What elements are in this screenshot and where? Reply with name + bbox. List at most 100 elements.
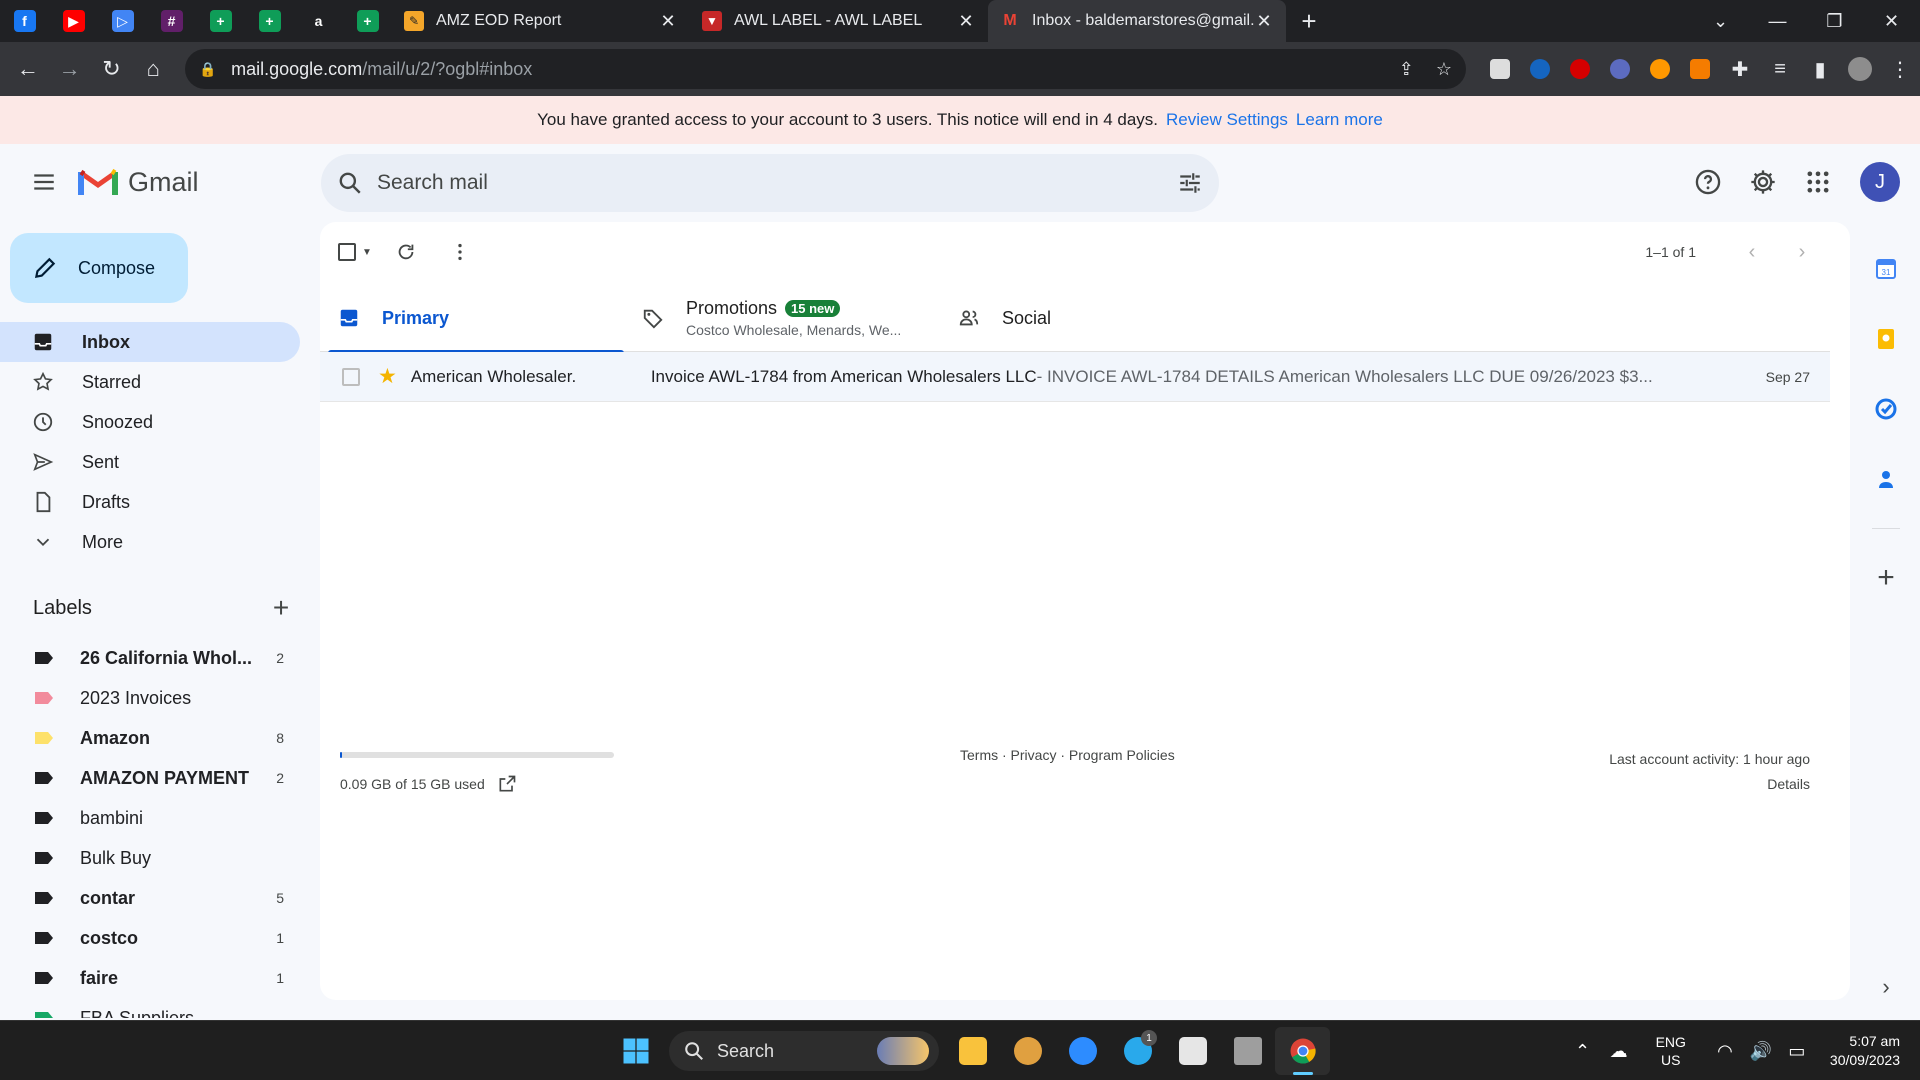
keep-button[interactable] [1860, 304, 1912, 374]
pinned-tab[interactable]: # [147, 0, 196, 42]
star-icon[interactable]: ★ [378, 364, 397, 389]
start-button[interactable] [608, 1027, 663, 1075]
pinned-tab[interactable]: f [0, 0, 49, 42]
get-addons-button[interactable]: + [1860, 543, 1912, 613]
home-button[interactable]: ⌂ [133, 49, 173, 89]
create-label-button[interactable]: + [267, 592, 295, 624]
older-button[interactable]: › [1782, 241, 1822, 264]
gmail-logo[interactable]: Gmail [78, 167, 199, 198]
label-item[interactable]: costco 1 [0, 918, 300, 958]
label-item[interactable]: 26 California Whol... 2 [0, 638, 300, 678]
file-explorer-button[interactable] [945, 1027, 1000, 1075]
email-checkbox[interactable] [342, 367, 360, 386]
nav-item-more[interactable]: More [0, 522, 300, 562]
extension-1-icon[interactable] [1480, 49, 1520, 89]
zoom-button[interactable] [1055, 1027, 1110, 1075]
calendar-button[interactable]: 31 [1860, 234, 1912, 304]
close-tab-icon[interactable]: ✕ [658, 11, 678, 32]
pinned-tab[interactable]: + [343, 0, 392, 42]
learn-more-link[interactable]: Learn more [1296, 110, 1383, 130]
telegram-button[interactable]: 1 [1110, 1027, 1165, 1075]
contacts-button[interactable] [1860, 444, 1912, 514]
nav-item-snoozed[interactable]: Snoozed [0, 402, 300, 442]
extension-5-icon[interactable] [1640, 49, 1680, 89]
address-bar[interactable]: 🔒 mail.google.com/mail/u/2/?ogbl#inbox ⇪… [185, 49, 1467, 89]
tab-promotions[interactable]: Promotions 15 new Costco Wholesale, Mena… [624, 284, 940, 352]
more-actions-button[interactable] [440, 232, 480, 272]
extension-3-icon[interactable] [1560, 49, 1600, 89]
media-controls-icon[interactable]: ≡ [1760, 49, 1800, 89]
nav-item-starred[interactable]: Starred [0, 362, 300, 402]
refresh-button[interactable] [386, 232, 426, 272]
volume-icon[interactable]: 🔊 [1746, 1041, 1776, 1062]
search-bar[interactable] [321, 154, 1219, 212]
newer-button[interactable]: ‹ [1732, 241, 1772, 264]
label-item[interactable]: Bulk Buy [0, 838, 300, 878]
main-menu-button[interactable] [20, 158, 68, 206]
wifi-icon[interactable]: ◠ [1710, 1041, 1740, 1062]
share-icon[interactable]: ⇪ [1399, 59, 1414, 80]
select-dropdown-icon[interactable]: ▼ [362, 247, 372, 258]
side-panel-icon[interactable]: ▮ [1800, 49, 1840, 89]
snipping-tool-button[interactable] [1165, 1027, 1220, 1075]
close-window-button[interactable]: ✕ [1863, 11, 1920, 32]
extension-6-icon[interactable] [1680, 49, 1720, 89]
email-row[interactable]: ★ American Wholesaler. Invoice AWL-1784 … [320, 352, 1830, 402]
pinned-tab[interactable]: ▶ [49, 0, 98, 42]
input-language[interactable]: ENG US [1656, 1033, 1686, 1069]
tab-primary[interactable]: Primary [320, 284, 624, 353]
restore-button[interactable]: ❐ [1806, 11, 1863, 32]
reload-button[interactable]: ↻ [92, 49, 132, 89]
nav-item-sent[interactable]: Sent [0, 442, 300, 482]
extension-4-icon[interactable] [1600, 49, 1640, 89]
lock-icon[interactable]: 🔒 [199, 61, 217, 78]
tab-gmail-inbox[interactable]: M Inbox - baldemarstores@gmail.c ✕ [988, 0, 1286, 42]
pinned-tab[interactable]: + [196, 0, 245, 42]
show-side-panel-icon[interactable]: › [1860, 974, 1912, 1000]
close-tab-icon[interactable]: ✕ [956, 11, 976, 32]
tab-awl-label[interactable]: ▼ AWL LABEL - AWL LABEL ✕ [690, 0, 988, 42]
taskbar-search[interactable]: Search [669, 1031, 939, 1071]
app-button[interactable] [1000, 1027, 1055, 1075]
support-button[interactable] [1684, 158, 1732, 206]
chrome-menu-icon[interactable]: ⋮ [1880, 49, 1920, 89]
nav-item-drafts[interactable]: Drafts [0, 482, 300, 522]
pinned-tab[interactable]: ▷ [98, 0, 147, 42]
tab-amz-eod-report[interactable]: ✎ AMZ EOD Report ✕ [392, 0, 690, 42]
onedrive-icon[interactable]: ☁ [1604, 1041, 1634, 1062]
nav-item-inbox[interactable]: Inbox [0, 322, 300, 362]
tab-social[interactable]: Social [940, 284, 1244, 352]
label-item[interactable]: contar 5 [0, 878, 300, 918]
profile-avatar-icon[interactable] [1840, 49, 1880, 89]
minimize-button[interactable]: — [1749, 11, 1806, 32]
clock[interactable]: 5:07 am 30/09/2023 [1830, 1032, 1900, 1070]
label-item[interactable]: 2023 Invoices [0, 678, 300, 718]
tasks-button[interactable] [1860, 374, 1912, 444]
label-item[interactable]: FBA Suppliers [0, 998, 300, 1018]
forward-button[interactable]: → [50, 49, 90, 89]
puzzle-extensions-icon[interactable]: ✚ [1720, 49, 1760, 89]
label-item[interactable]: bambini [0, 798, 300, 838]
extension-2-icon[interactable] [1520, 49, 1560, 89]
search-input[interactable] [377, 171, 1177, 195]
compose-button[interactable]: Compose [10, 233, 188, 303]
details-link[interactable]: Details [1609, 772, 1810, 797]
new-tab-button[interactable]: + [1286, 6, 1332, 37]
review-settings-link[interactable]: Review Settings [1166, 110, 1288, 130]
bookmark-star-icon[interactable]: ☆ [1436, 59, 1452, 80]
tab-search-icon[interactable]: ⌄ [1692, 11, 1749, 32]
open-external-icon[interactable] [497, 774, 517, 794]
pinned-tab[interactable]: + [245, 0, 294, 42]
back-button[interactable]: ← [8, 49, 48, 89]
search-icon[interactable] [337, 170, 363, 196]
label-item[interactable]: Amazon 8 [0, 718, 300, 758]
label-item[interactable]: AMAZON PAYMENT 2 [0, 758, 300, 798]
show-hidden-icons-icon[interactable]: ⌃ [1568, 1041, 1598, 1062]
close-tab-icon[interactable]: ✕ [1254, 11, 1274, 32]
settings-button[interactable] [1739, 158, 1787, 206]
select-all-checkbox[interactable] [338, 243, 356, 261]
google-apps-button[interactable] [1794, 158, 1842, 206]
policy-links[interactable]: Terms · Privacy · Program Policies [960, 747, 1175, 763]
account-avatar[interactable]: J [1860, 162, 1900, 202]
label-item[interactable]: faire 1 [0, 958, 300, 998]
